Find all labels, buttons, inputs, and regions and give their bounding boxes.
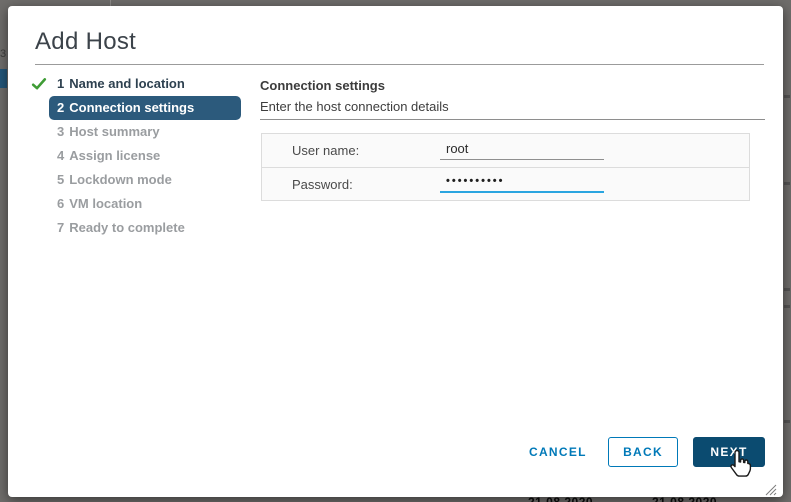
step-label: Ready to complete <box>69 220 185 235</box>
username-row: User name: <box>262 134 749 167</box>
background-selected-item-fragment <box>0 69 7 88</box>
step-label: Lockdown mode <box>69 172 172 187</box>
back-button[interactable]: BACK <box>608 437 678 467</box>
background-fragment <box>784 420 790 423</box>
step-lockdown-mode[interactable]: 5Lockdown mode <box>49 168 241 192</box>
background-fragment <box>784 305 790 308</box>
cancel-button[interactable]: CANCEL <box>523 437 589 467</box>
step-label: Connection settings <box>69 100 194 115</box>
background-fragment <box>784 95 790 98</box>
section-divider <box>260 119 765 120</box>
title-divider <box>35 64 764 65</box>
username-input[interactable] <box>440 141 604 160</box>
step-assign-license[interactable]: 4Assign license <box>49 144 241 168</box>
wizard-step-list: 1Name and location 2Connection settings … <box>49 72 241 240</box>
section-heading: Connection settings <box>260 78 385 93</box>
add-host-dialog: Add Host 1Name and location 2Connection … <box>8 6 783 497</box>
background-text-fragment: 3 <box>0 48 7 60</box>
step-label: Host summary <box>69 124 159 139</box>
step-vm-location[interactable]: 6VM location <box>49 192 241 216</box>
hand-cursor-icon <box>727 448 753 483</box>
connection-fields: User name: Password: <box>261 133 750 201</box>
step-connection-settings[interactable]: 2Connection settings <box>49 96 241 120</box>
screen: 3 21.08.2020 21.08.2020 Add Host 1Name a… <box>0 0 791 502</box>
password-label: Password: <box>262 177 440 192</box>
resize-handle-icon[interactable] <box>765 483 777 495</box>
dialog-title: Add Host <box>35 28 136 56</box>
step-label: VM location <box>69 196 142 211</box>
check-icon <box>31 76 47 92</box>
section-subheading: Enter the host connection details <box>260 99 449 114</box>
step-name-and-location[interactable]: 1Name and location <box>49 72 241 96</box>
step-label: Name and location <box>69 76 185 91</box>
step-ready-to-complete[interactable]: 7Ready to complete <box>49 216 241 240</box>
username-label: User name: <box>262 143 440 158</box>
password-input[interactable] <box>440 175 604 193</box>
background-fragment <box>784 182 790 185</box>
password-row: Password: <box>262 167 749 200</box>
step-label: Assign license <box>69 148 160 163</box>
step-host-summary[interactable]: 3Host summary <box>49 120 241 144</box>
background-fragment <box>784 288 790 291</box>
